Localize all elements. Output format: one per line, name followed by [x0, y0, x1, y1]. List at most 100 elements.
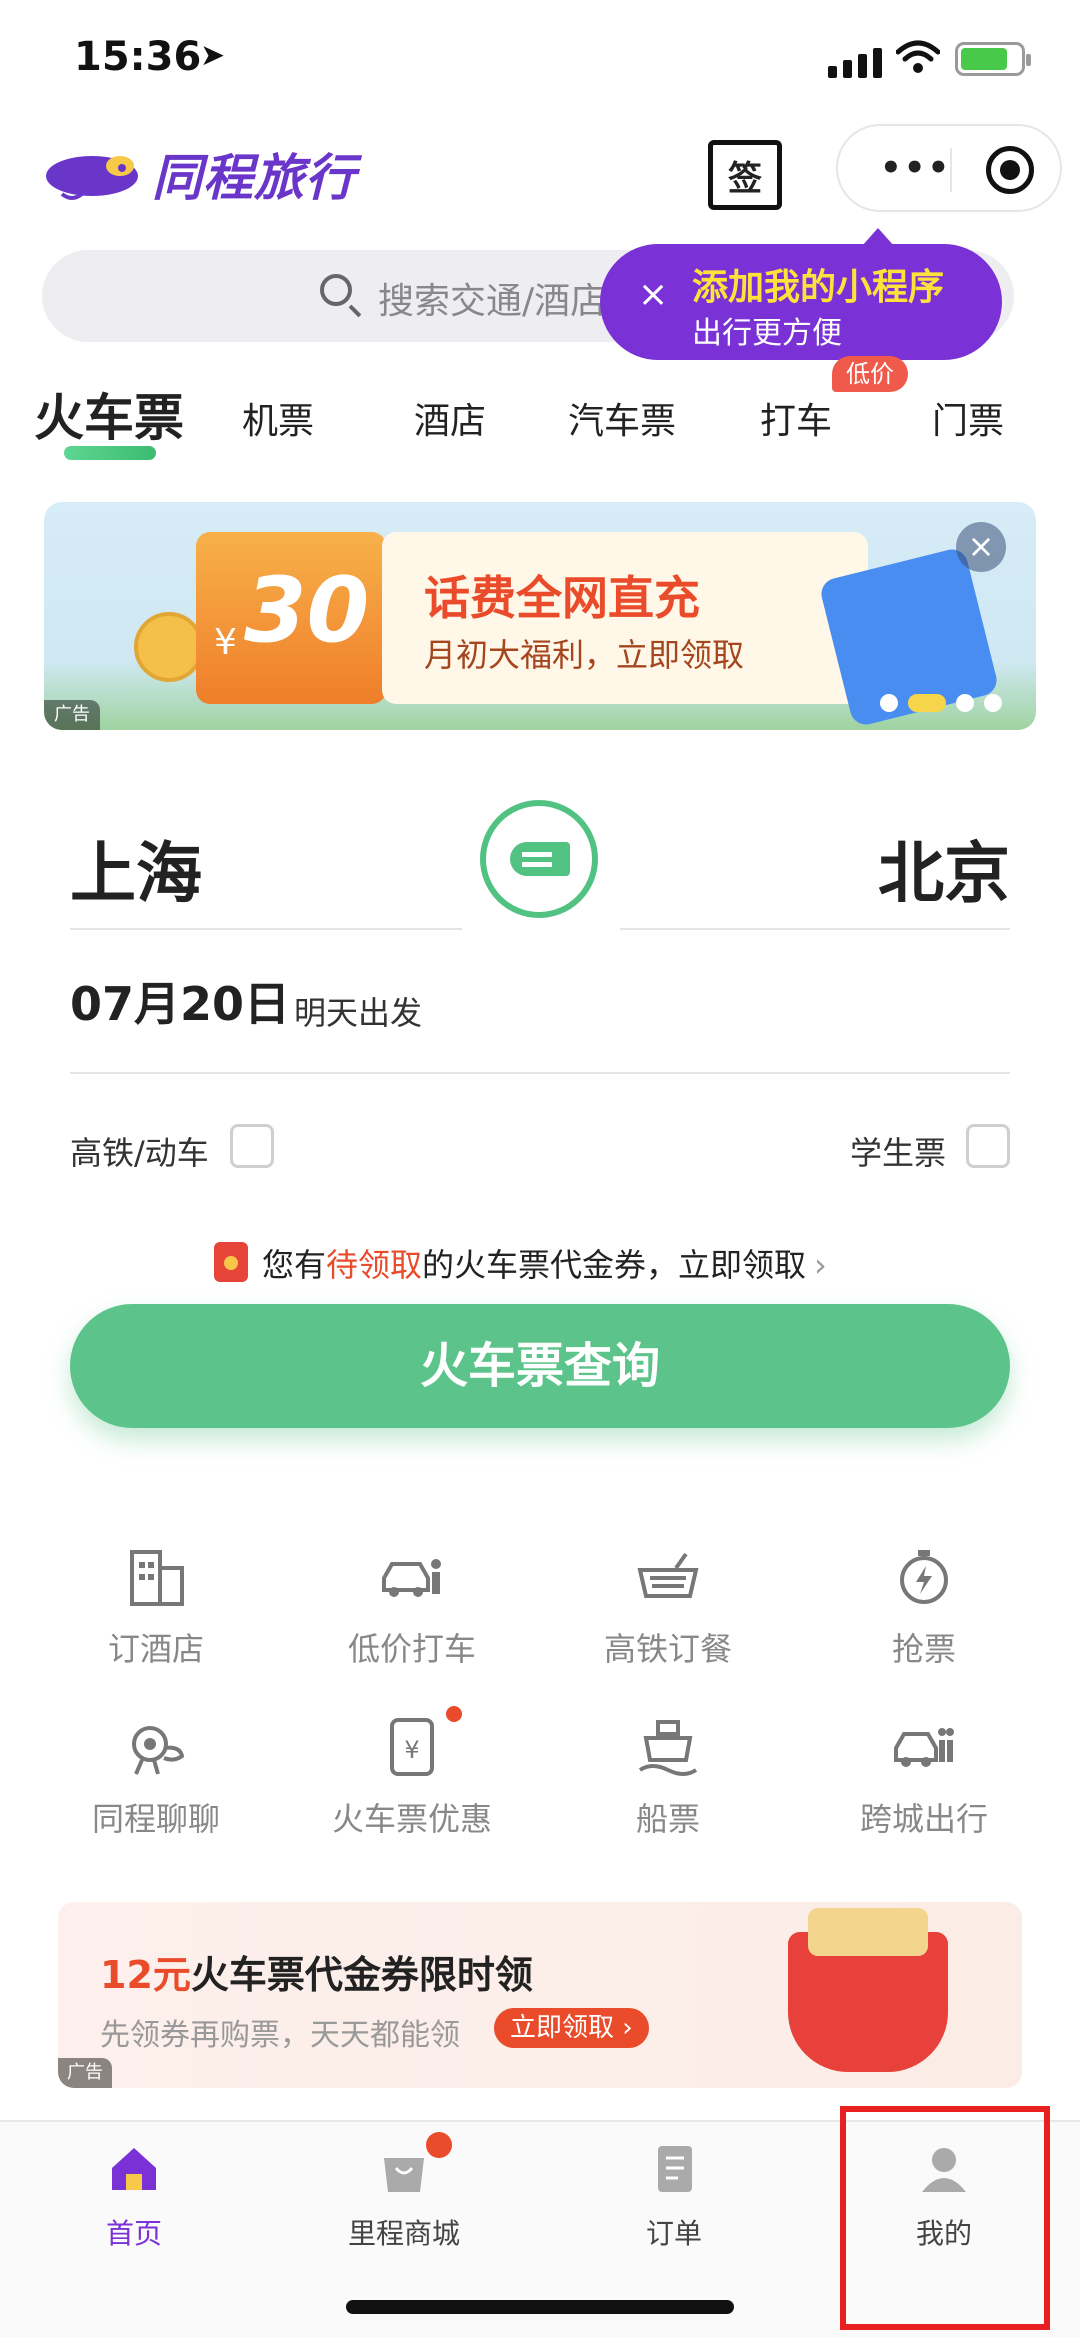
more-options-button[interactable]: ••• [880, 151, 951, 185]
chevron-right-icon: › [814, 1246, 827, 1284]
service-label: 低价打车 [347, 1630, 476, 1668]
tabbar-label: 里程商城 [347, 2217, 460, 2250]
service-taxi[interactable]: 低价打车 [302, 1546, 522, 1670]
arrival-station[interactable]: 北京 [878, 820, 1010, 916]
coupon-highlight: 待领取 [326, 1246, 423, 1284]
departure-date[interactable]: 07月20日 [70, 968, 290, 1034]
service-meal[interactable]: 高铁订餐 [558, 1546, 778, 1670]
tab-taxi[interactable]: 打车 [760, 392, 832, 444]
coupon-yen-icon: ¥ [390, 1718, 434, 1776]
status-time: 15:36 [74, 34, 202, 80]
service-label: 火车票优惠 [331, 1800, 492, 1838]
service-label: 抢票 [891, 1630, 956, 1668]
promo-title: 12元火车票代金券限时领 [100, 1944, 533, 1999]
category-tabs: 火车票 机票 酒店 汽车票 打车 门票 [0, 378, 1080, 468]
highspeed-checkbox[interactable] [230, 1124, 274, 1168]
tooltip-close-icon[interactable]: × [638, 274, 668, 315]
tabbar-label: 订单 [645, 2217, 702, 2250]
tabbar-orders[interactable]: 订单 [574, 2144, 774, 2252]
service-hotel[interactable]: 订酒店 [46, 1546, 266, 1670]
service-train-discount[interactable]: ¥ 火车票优惠 [302, 1716, 522, 1840]
battery-icon [955, 42, 1031, 76]
tabbar-label: 首页 [105, 2217, 162, 2250]
carousel-dots [880, 694, 1002, 712]
add-miniprogram-tooltip[interactable]: × 添加我的小程序 出行更方便 [600, 228, 1002, 360]
divider [70, 1072, 1010, 1074]
banner-close-icon[interactable]: × [956, 522, 1006, 572]
voucher-bag-illustration [788, 1908, 948, 2072]
tabbar-home[interactable]: 首页 [34, 2144, 234, 2252]
tabbar-mileage-mall[interactable]: 里程商城 [304, 2144, 504, 2252]
location-arrow-icon: ➤ [200, 38, 226, 73]
promo-title-text: 火车票代金券限时领 [190, 1953, 533, 1997]
shopping-bag-icon [384, 2158, 424, 2192]
chat-mascot-icon [132, 1726, 185, 1775]
student-ticket-label: 学生票 [850, 1134, 947, 1172]
home-icon [112, 2148, 156, 2190]
voucher-amount: 30 [244, 558, 370, 663]
ad-banner[interactable]: ¥ 30 话费全网直充 月初大福利，立即领取 × 广告 [44, 502, 1036, 730]
divider [620, 928, 1010, 930]
low-price-badge: 低价 [832, 356, 908, 392]
service-ship[interactable]: 船票 [558, 1716, 778, 1840]
promo-subtitle: 先领券再购票，天天都能领 [100, 2018, 460, 2053]
service-intercity[interactable]: 跨城出行 [814, 1716, 1034, 1840]
promo-claim-button[interactable]: 立即领取 › [494, 2008, 649, 2048]
train-icon [510, 842, 570, 876]
coupon-notice[interactable]: 您有待领取的火车票代金券，立即领取 › [262, 1240, 827, 1286]
hotel-building-icon [130, 1550, 184, 1606]
voucher-currency: ¥ [214, 622, 237, 663]
train-search-button[interactable]: 火车票查询 [70, 1304, 1010, 1428]
coupon-suffix: 的火车票代金券，立即领取 [422, 1246, 807, 1284]
sign-in-button[interactable]: 签 [708, 140, 782, 210]
coin-stack-icon [134, 612, 204, 682]
whale-logo-icon [46, 156, 138, 200]
order-document-icon [658, 2146, 692, 2192]
highlight-box [840, 2106, 1050, 2330]
tab-hotel[interactable]: 酒店 [414, 392, 486, 444]
wifi-icon [896, 40, 940, 73]
red-envelope-icon [214, 1242, 248, 1282]
notification-dot [446, 1706, 462, 1722]
intercity-car-icon [894, 1728, 954, 1767]
brand-name: 同程旅行 [152, 149, 356, 207]
swap-stations-button[interactable] [480, 800, 598, 918]
departure-date-note: 明天出发 [294, 994, 423, 1032]
service-chat[interactable]: 同程聊聊 [46, 1716, 266, 1840]
meal-basket-icon [637, 1552, 699, 1598]
departure-station[interactable]: 上海 [70, 820, 202, 916]
voucher-promo-card[interactable]: 12元火车票代金券限时领 先领券再购票，天天都能领 立即领取 › 广告 [58, 1902, 1022, 2088]
tooltip-title: 添加我的小程序 [692, 267, 945, 308]
coupon-prefix: 您有 [262, 1246, 327, 1284]
highspeed-label: 高铁/动车 [70, 1134, 209, 1172]
service-label: 订酒店 [107, 1630, 204, 1668]
banner-title: 话费全网直充 [424, 571, 700, 625]
search-placeholder: 搜索交通/酒店 [378, 281, 607, 322]
taxi-car-icon [382, 1559, 441, 1597]
ad-tag: 广告 [58, 2058, 112, 2088]
close-miniprogram-icon[interactable] [986, 146, 1034, 194]
status-bar: 15:36 ➤ [0, 0, 1080, 120]
tab-bus[interactable]: 汽车票 [568, 392, 676, 444]
stopwatch-lightning-icon [900, 1550, 948, 1604]
tab-tickets[interactable]: 门票 [932, 392, 1004, 444]
active-tab-indicator [64, 446, 156, 460]
ship-icon [638, 1720, 698, 1776]
service-label: 高铁订餐 [603, 1630, 732, 1668]
tab-train[interactable]: 火车票 [34, 378, 184, 450]
divider [70, 928, 462, 930]
capsule-divider [950, 148, 952, 192]
voucher-ticket: ¥ 30 [196, 532, 386, 704]
service-label: 同程聊聊 [91, 1800, 220, 1838]
tab-flight[interactable]: 机票 [242, 392, 314, 444]
home-indicator [346, 2300, 734, 2314]
miniprogram-capsule: ••• [836, 124, 1062, 212]
promo-amount: 12元 [100, 1953, 191, 1997]
ad-tag: 广告 [44, 700, 100, 730]
notification-dot [426, 2132, 452, 2158]
service-label: 跨城出行 [859, 1800, 988, 1838]
student-ticket-checkbox[interactable] [966, 1124, 1010, 1168]
service-grab-ticket[interactable]: 抢票 [814, 1546, 1034, 1670]
service-label: 船票 [635, 1800, 700, 1838]
banner-subtitle: 月初大福利，立即领取 [424, 636, 745, 674]
